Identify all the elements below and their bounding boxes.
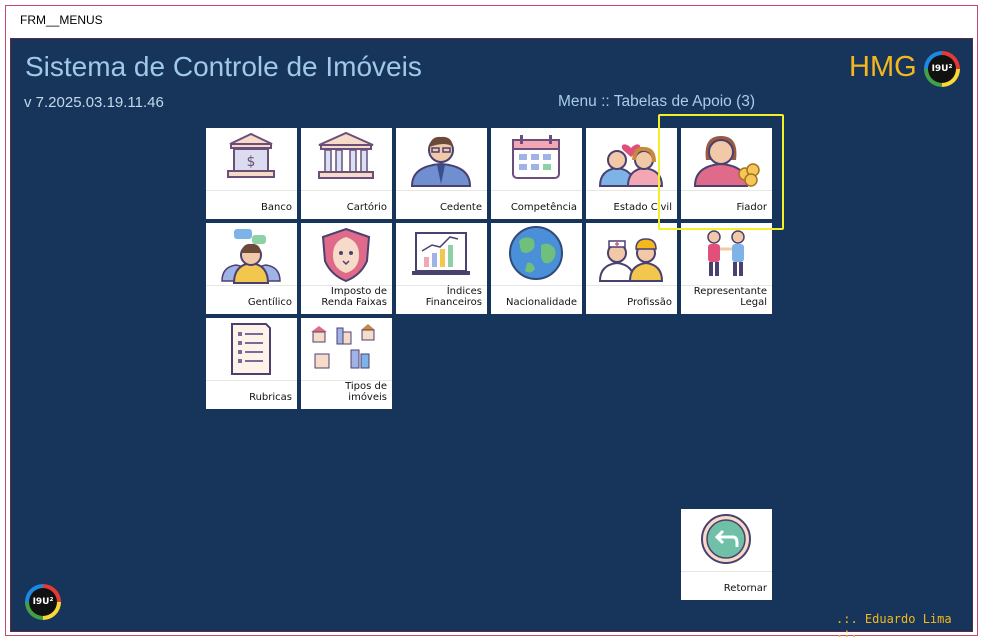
document-list-icon: [231, 323, 271, 375]
bank-icon: $: [227, 132, 275, 178]
chart-board-icon: [412, 232, 470, 275]
brand-logo-icon: I9U²: [924, 51, 960, 87]
calendar-icon: [512, 135, 560, 179]
tile-cedente[interactable]: Cedente: [396, 128, 487, 219]
couple-heart-icon: [598, 144, 664, 187]
main-panel: Sistema de Controle de Imóveis v 7.2025.…: [10, 38, 973, 640]
window-titlebar: FRM__MENUS: [6, 6, 977, 34]
window-title: FRM__MENUS: [20, 13, 103, 27]
tile-label: Rubricas: [249, 392, 292, 403]
tile-banco[interactable]: $ Banco: [206, 128, 297, 219]
tile-competencia[interactable]: Competência: [491, 128, 582, 219]
tile-label: Gentílico: [247, 297, 292, 308]
tile-cartorio[interactable]: Cartório: [301, 128, 392, 219]
tile-fiador[interactable]: Fiador: [681, 128, 772, 219]
environment-label: HMG: [849, 51, 917, 83]
tile-label: Imposto de Renda Faixas: [321, 286, 387, 308]
version-label: v 7.2025.03.19.11.46: [24, 94, 164, 111]
return-label: Retornar: [723, 583, 767, 594]
return-button[interactable]: Retornar: [681, 509, 772, 600]
tile-gentilico[interactable]: Gentílico: [206, 223, 297, 314]
app-title: Sistema de Controle de Imóveis: [25, 51, 422, 82]
brand-logo-text: I9U²: [928, 55, 956, 83]
breadcrumb: Menu :: Tabelas de Apoio (3): [558, 93, 756, 110]
tile-profissao[interactable]: Profissão: [586, 223, 677, 314]
app-window: FRM__MENUS Sistema de Controle de Imóvei…: [5, 5, 978, 640]
courthouse-icon: [318, 131, 374, 179]
people-speech-icon: [221, 229, 281, 284]
tile-indices[interactable]: Índices Financeiros: [396, 223, 487, 314]
tile-representante[interactable]: Representante Legal: [681, 223, 772, 314]
footer-logo-icon: I9U²: [25, 584, 61, 620]
businessman-icon: [410, 136, 472, 187]
back-arrow-icon: [701, 514, 751, 564]
tile-label: Fiador: [736, 202, 767, 213]
tile-imposto-renda[interactable]: Imposto de Renda Faixas: [301, 223, 392, 314]
tile-label: Tipos de imóveis: [345, 381, 387, 403]
tile-rubricas[interactable]: Rubricas: [206, 318, 297, 409]
tile-label: Índices Financeiros: [425, 286, 482, 308]
svg-text:$: $: [247, 154, 256, 170]
handshake-people-icon: [707, 230, 745, 276]
tile-label: Nacionalidade: [505, 297, 577, 308]
tile-tipos-imoveis[interactable]: Tipos de imóveis: [301, 318, 392, 409]
tile-label: Competência: [510, 202, 577, 213]
woman-coins-icon: [693, 136, 760, 187]
tile-label: Banco: [261, 202, 292, 213]
tile-nacionalidade[interactable]: Nacionalidade: [491, 223, 582, 314]
buildings-icon: [311, 324, 375, 369]
workers-icon: [598, 238, 664, 282]
tile-label: Profissão: [627, 297, 672, 308]
lion-shield-icon: [321, 227, 371, 283]
tile-label: Estado Civil: [613, 202, 672, 213]
footer-logo-text: I9U²: [29, 588, 57, 616]
tile-label: Cartório: [346, 202, 387, 213]
current-user: .:. Eduardo Lima .:.: [836, 612, 952, 640]
tile-label: Representante Legal: [693, 286, 767, 308]
tile-estado-civil[interactable]: Estado Civil: [586, 128, 677, 219]
tile-label: Cedente: [439, 202, 482, 213]
globe-icon: [509, 226, 563, 280]
